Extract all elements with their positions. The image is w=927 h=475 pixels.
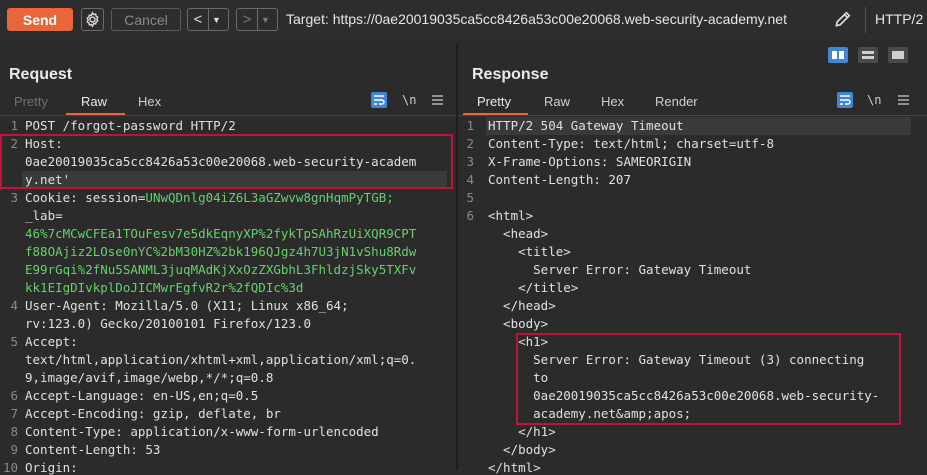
request-line: Origin:: [25, 460, 78, 475]
request-line: 0ae20019035ca5cc8426a53c00e20068.web-sec…: [25, 154, 417, 169]
request-tab-pretty[interactable]: Pretty: [14, 94, 48, 114]
cookie-value: E99rGqi%2fNu5SANML3juqMAdKjXxOzZXGbhL3Fh…: [25, 262, 417, 277]
request-line: Accept:: [25, 334, 78, 349]
request-title: Request: [9, 66, 73, 83]
cookie-value: UNwQDnlg04iZ6L3aGZwvw8gnHqmPyTGB;: [145, 190, 394, 205]
request-line: Cookie: session=UNwQDnlg04iZ6L3aGZwvw8gn…: [25, 190, 394, 205]
request-line: Accept-Encoding: gzip, deflate, br: [25, 406, 281, 421]
response-title: Response: [472, 66, 549, 83]
wrap-lines-icon: [840, 95, 851, 105]
back-history-dropdown[interactable]: ▼: [208, 9, 224, 30]
request-line: POST /forgot-password HTTP/2: [25, 118, 236, 133]
response-line: </body>: [488, 442, 556, 457]
toolbar-separator: [865, 7, 866, 33]
back-button[interactable]: <: [188, 9, 208, 30]
response-editor[interactable]: 1 HTTP/2 504 Gateway Timeout 2 Content-T…: [458, 117, 927, 475]
response-line: </title>: [488, 280, 579, 295]
request-pretty-toggle[interactable]: [371, 92, 387, 108]
hamburger-icon[interactable]: [898, 95, 909, 105]
response-line: </html>: [488, 460, 541, 475]
cookie-value: f88OAjiz2LOse0nYC%2bM30HZ%2bk196QJgz4h7U…: [25, 244, 417, 259]
request-tab-raw[interactable]: Raw: [81, 94, 107, 114]
response-pretty-toggle[interactable]: [837, 92, 853, 108]
response-line: Server Error: Gateway Timeout (3) connec…: [488, 352, 865, 367]
response-line: HTTP/2 504 Gateway Timeout: [488, 118, 684, 133]
response-line: to: [488, 370, 549, 385]
response-line: <body>: [488, 316, 549, 331]
cookie-name: Cookie: session=: [25, 190, 146, 205]
response-tab-render[interactable]: Render: [655, 94, 698, 114]
pencil-icon[interactable]: [833, 9, 853, 29]
line-number: 5: [10, 334, 18, 349]
response-line: 0ae20019035ca5cc8426a53c00e20068.web-sec…: [488, 388, 880, 403]
response-line: <h1>: [488, 334, 549, 349]
response-newline-toggle[interactable]: \n: [867, 93, 881, 107]
line-number: 4: [10, 298, 18, 313]
response-line: <head>: [488, 226, 549, 241]
toolbar: Send Cancel < ▼ > ▼ Target: https://0ae2…: [0, 0, 927, 40]
response-line: X-Frame-Options: SAMEORIGIN: [488, 154, 692, 169]
request-line: rv:123.0) Gecko/20100101 Firefox/123.0: [25, 316, 311, 331]
response-tabs-divider: [458, 115, 927, 116]
history-back-group: < ▼: [187, 8, 229, 31]
request-line: text/html,application/xhtml+xml,applicat…: [25, 352, 417, 367]
send-button[interactable]: Send: [7, 8, 73, 31]
line-number: 7: [10, 406, 18, 421]
line-number: 1: [466, 118, 474, 133]
layout-split-vertical-button[interactable]: [858, 47, 878, 63]
request-line: Content-Type: application/x-www-form-url…: [25, 424, 379, 439]
request-line: Accept-Language: en-US,en;q=0.5: [25, 388, 259, 403]
line-number: 6: [10, 388, 18, 403]
request-tabs-divider: [0, 115, 456, 116]
request-line: y.net': [25, 172, 71, 187]
request-tab-hex[interactable]: Hex: [138, 94, 161, 114]
request-line: User-Agent: Mozilla/5.0 (X11; Linux x86_…: [25, 298, 349, 313]
response-line: <title>: [488, 244, 571, 259]
response-tab-pretty[interactable]: Pretty: [477, 94, 511, 114]
gear-icon: [86, 11, 99, 28]
forward-history-dropdown[interactable]: ▼: [257, 9, 273, 30]
target-url: Target: https://0ae20019035ca5cc8426a53c…: [286, 11, 787, 27]
line-number: 8: [10, 424, 18, 439]
request-line: Host:: [25, 136, 63, 151]
settings-button[interactable]: [81, 8, 104, 31]
history-forward-group: > ▼: [236, 8, 278, 31]
request-line: 9,image/avif,image/webp,*/*;q=0.8: [25, 370, 274, 385]
line-number: 10: [2, 460, 18, 475]
response-tab-raw[interactable]: Raw: [544, 94, 570, 114]
hamburger-icon[interactable]: [432, 95, 443, 105]
request-newline-toggle[interactable]: \n: [402, 93, 416, 107]
line-number: 2: [466, 136, 474, 151]
cancel-button[interactable]: Cancel: [111, 8, 181, 31]
split-horizontal-icon: [832, 51, 844, 59]
cookie-value: kk1EIgDIvkplDoJICMwrEgfvR2r%2fQDIc%3d: [25, 280, 304, 295]
line-number: 6: [466, 208, 474, 223]
line-number: 2: [10, 136, 18, 151]
single-pane-icon: [892, 51, 904, 59]
response-line: Server Error: Gateway Timeout: [488, 262, 752, 277]
forward-button[interactable]: >: [237, 9, 257, 30]
cookie-value: 46%7cMCwCFEa1TOuFesv7e5dkEqnyXP%2fykTpSA…: [25, 226, 417, 241]
response-line: academy.net&amp;apos;: [488, 406, 692, 421]
line-number: 4: [466, 172, 474, 187]
split-vertical-icon: [862, 51, 874, 59]
wrap-lines-icon: [374, 95, 385, 105]
line-number: 5: [466, 190, 474, 205]
line-number: 3: [10, 190, 18, 205]
response-line: Content-Length: 207: [488, 172, 631, 187]
request-line: _lab=: [25, 208, 63, 223]
response-line: </h1>: [488, 424, 556, 439]
layout-single-pane-button[interactable]: [888, 47, 908, 63]
response-line: <html>: [488, 208, 534, 223]
response-line: Content-Type: text/html; charset=utf-8: [488, 136, 774, 151]
request-editor[interactable]: 1 POST /forgot-password HTTP/2 2 Host: 0…: [0, 117, 456, 475]
response-line: </head>: [488, 298, 556, 313]
line-number: 9: [10, 442, 18, 457]
line-number: 3: [466, 154, 474, 169]
protocol-label[interactable]: HTTP/2: [875, 11, 923, 27]
response-tab-hex[interactable]: Hex: [601, 94, 624, 114]
request-line: Content-Length: 53: [25, 442, 161, 457]
layout-split-horizontal-button[interactable]: [828, 47, 848, 63]
line-number: 1: [10, 118, 18, 133]
